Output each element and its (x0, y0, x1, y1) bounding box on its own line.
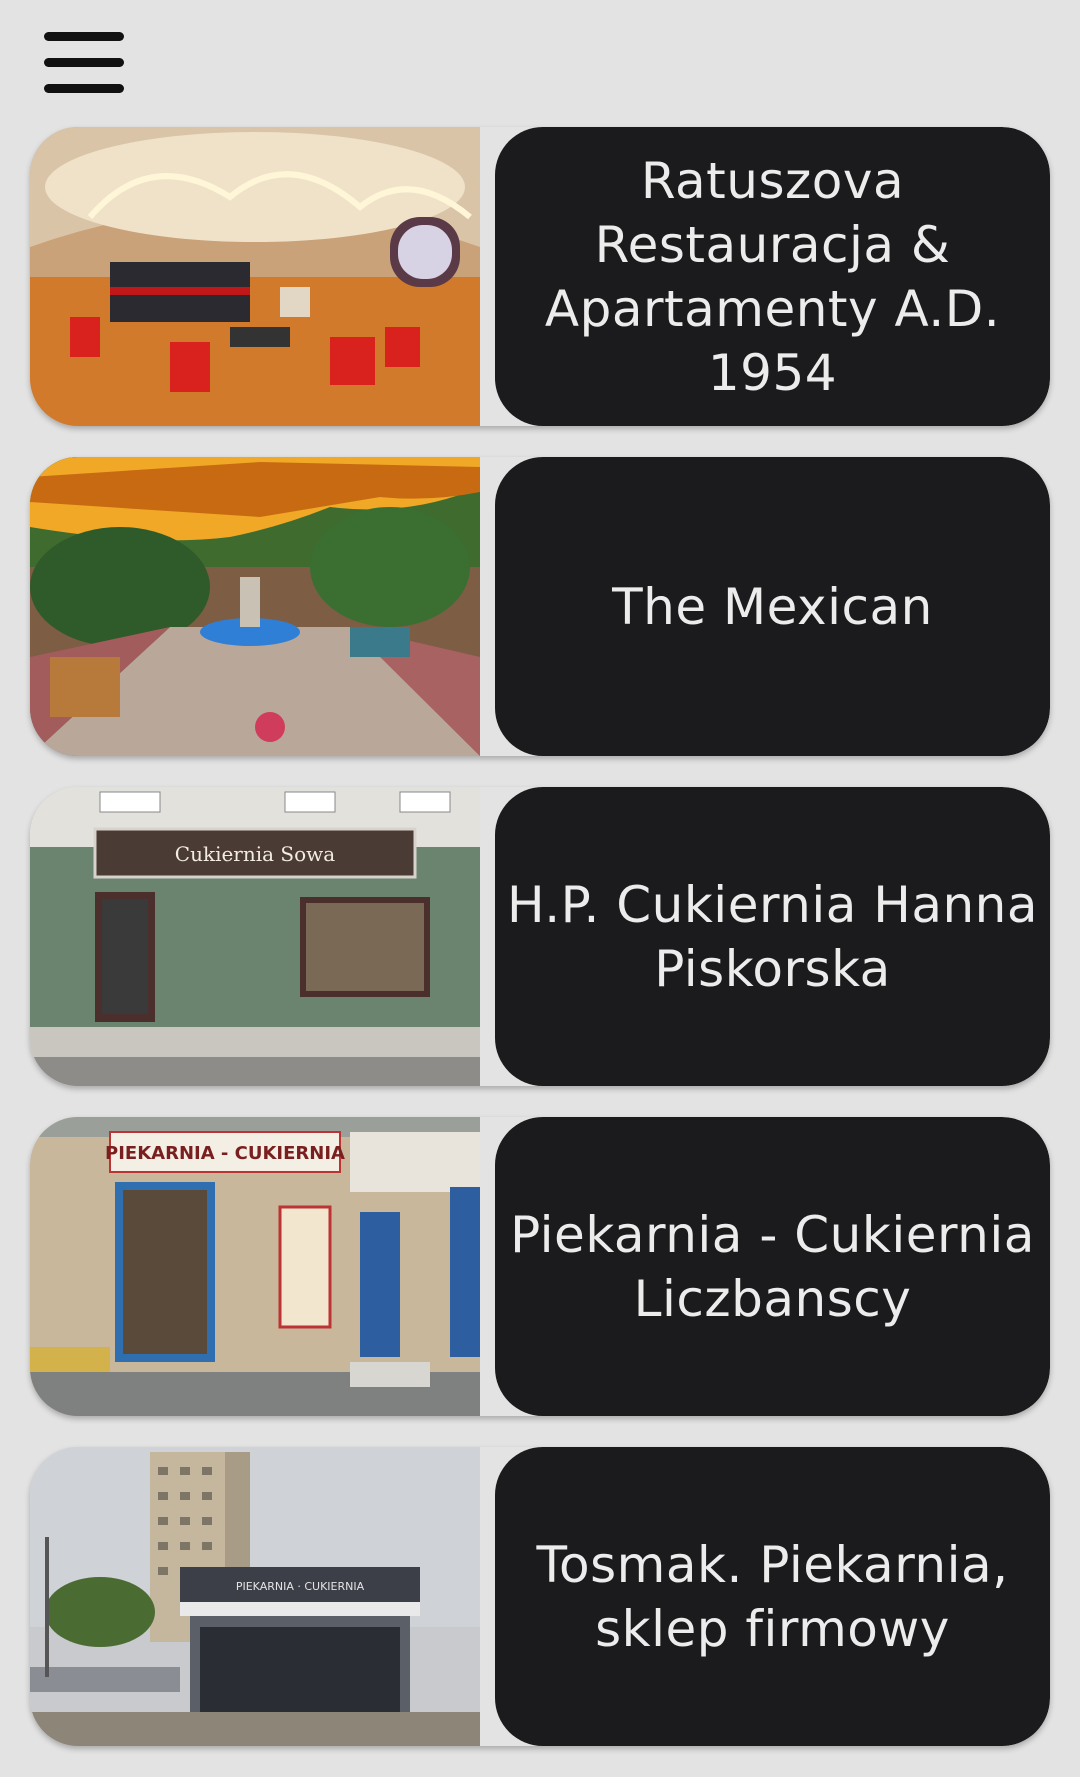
place-name: Tosmak. Piekarnia, sklep firmowy (536, 1535, 1009, 1658)
place-name: Piekarnia - Cukiernia Liczbanscy (510, 1205, 1035, 1328)
place-name: H.P. Cukiernia Hanna Piskorska (506, 875, 1039, 998)
place-card[interactable]: The Mexican (30, 457, 1050, 756)
place-name-box[interactable]: Piekarnia - Cukiernia Liczbanscy (495, 1117, 1050, 1416)
hamburger-menu-button[interactable] (40, 28, 126, 93)
place-card[interactable]: Ratuszova Restauracja & Apartamenty A.D.… (30, 127, 1050, 426)
place-photo-restaurant-interior (30, 127, 480, 426)
places-list: Ratuszova Restauracja & Apartamenty A.D.… (30, 127, 1050, 1777)
place-photo-cukiernia-storefront: Cukiernia Sowa (30, 787, 480, 1086)
place-photo-bakery-kiosk: PIEKARNIA · CUKIERNIA (30, 1447, 480, 1746)
storefront-sign-text: Cukiernia Sowa (175, 842, 336, 866)
place-name-box[interactable]: The Mexican (495, 457, 1050, 756)
place-card[interactable]: PIEKARNIA - CUKIERNIA Piekarnia - Cukier… (30, 1117, 1050, 1416)
place-card[interactable]: Cukiernia Sowa H.P. Cukiernia Hanna Pisk… (30, 787, 1050, 1086)
place-card[interactable]: PIEKARNIA · CUKIERNIA Tosmak. Piekarnia,… (30, 1447, 1050, 1746)
menu-bar-middle (44, 58, 124, 67)
place-name: The Mexican (612, 577, 933, 636)
place-photo-piekarnia-storefront: PIEKARNIA - CUKIERNIA (30, 1117, 480, 1416)
place-name-box[interactable]: H.P. Cukiernia Hanna Piskorska (495, 787, 1050, 1086)
menu-bar-bottom (44, 84, 124, 93)
place-name: Ratuszova Restauracja & Apartamenty A.D.… (544, 151, 1001, 402)
place-name-box[interactable]: Tosmak. Piekarnia, sklep firmowy (495, 1447, 1050, 1746)
place-name-box[interactable]: Ratuszova Restauracja & Apartamenty A.D.… (495, 127, 1050, 426)
menu-bar-top (44, 32, 124, 41)
storefront-sign-text: PIEKARNIA · CUKIERNIA (236, 1580, 365, 1593)
storefront-sign-text: PIEKARNIA - CUKIERNIA (105, 1143, 345, 1164)
place-photo-patio (30, 457, 480, 756)
